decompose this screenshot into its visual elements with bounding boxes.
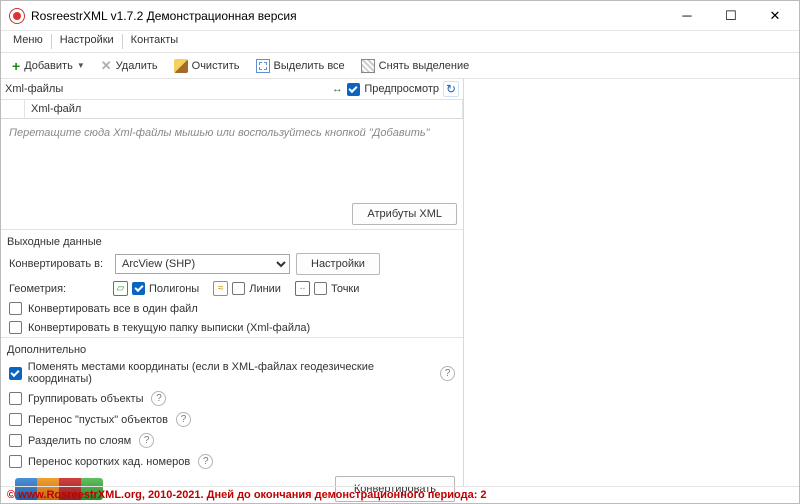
dropdown-icon: ▼ bbox=[77, 61, 85, 70]
deselect-icon bbox=[361, 59, 375, 73]
app-window: RosreestrXML v1.7.2 Демонстрационная вер… bbox=[0, 0, 800, 504]
grid-header: Xml-файл bbox=[1, 100, 463, 119]
menubar: Меню Настройки Контакты bbox=[1, 31, 799, 53]
short-label: Перенос коротких кад. номеров bbox=[28, 456, 190, 468]
help-icon[interactable]: ? bbox=[176, 412, 191, 427]
clear-label: Очистить bbox=[192, 60, 240, 72]
clear-button[interactable]: Очистить bbox=[167, 56, 247, 76]
deselect-button[interactable]: Снять выделение bbox=[354, 56, 477, 76]
grid-col-check bbox=[1, 100, 25, 118]
titlebar: RosreestrXML v1.7.2 Демонстрационная вер… bbox=[1, 1, 799, 31]
lines-checkbox[interactable] bbox=[232, 282, 245, 295]
select-all-button[interactable]: Выделить все bbox=[249, 56, 352, 76]
broom-icon bbox=[174, 59, 188, 73]
group-row: Группировать объекты ? bbox=[1, 388, 463, 409]
empty-label: Перенос "пустых" объектов bbox=[28, 414, 168, 426]
current-folder-row: Конвертировать в текущую папку выписки (… bbox=[1, 318, 463, 337]
format-select[interactable]: ArcView (SHP) bbox=[115, 254, 290, 274]
grid-col-file: Xml-файл bbox=[25, 100, 463, 118]
xml-files-header: Xml-файлы ↔ Предпросмотр ↻ bbox=[1, 79, 463, 100]
all-one-checkbox[interactable] bbox=[9, 302, 22, 315]
swap-label: Поменять местами координаты (если в XML-… bbox=[28, 361, 433, 385]
minimize-button[interactable]: ─ bbox=[665, 1, 709, 30]
xml-files-label: Xml-файлы bbox=[5, 83, 328, 95]
left-panel: Xml-файлы ↔ Предпросмотр ↻ Xml-файл Пере… bbox=[1, 79, 464, 486]
convert-to-label: Конвертировать в: bbox=[9, 258, 109, 270]
preview-label: Предпросмотр bbox=[364, 83, 439, 95]
app-icon bbox=[9, 8, 25, 24]
close-button[interactable]: ✕ bbox=[753, 1, 797, 30]
layers-checkbox[interactable] bbox=[9, 434, 22, 447]
menu-main[interactable]: Меню bbox=[5, 31, 51, 52]
menu-contacts[interactable]: Контакты bbox=[123, 31, 187, 52]
maximize-button[interactable]: ☐ bbox=[709, 1, 753, 30]
geometry-label: Геометрия: bbox=[9, 283, 109, 295]
line-icon: ≈ bbox=[213, 281, 228, 296]
delete-label: Удалить bbox=[116, 60, 158, 72]
extra-section-title: Дополнительно bbox=[1, 337, 463, 358]
output-settings-button[interactable]: Настройки bbox=[296, 253, 380, 275]
group-checkbox[interactable] bbox=[9, 392, 22, 405]
empty-checkbox[interactable] bbox=[9, 413, 22, 426]
preview-checkbox[interactable] bbox=[347, 83, 360, 96]
refresh-icon[interactable]: ↻ bbox=[443, 81, 459, 97]
help-icon[interactable]: ? bbox=[198, 454, 213, 469]
menu-settings[interactable]: Настройки bbox=[52, 31, 122, 52]
add-button[interactable]: + Добавить ▼ bbox=[5, 56, 92, 76]
status-bar: © www.RosreestrXML.org, 2010-2021. Дней … bbox=[1, 486, 799, 503]
swap-row: Поменять местами координаты (если в XML-… bbox=[1, 358, 463, 388]
current-folder-checkbox[interactable] bbox=[9, 321, 22, 334]
short-row: Перенос коротких кад. номеров ? bbox=[1, 451, 463, 472]
plus-icon: + bbox=[12, 59, 20, 73]
empty-row: Перенос "пустых" объектов ? bbox=[1, 409, 463, 430]
window-title: RosreestrXML v1.7.2 Демонстрационная вер… bbox=[31, 9, 665, 23]
all-one-label: Конвертировать все в один файл bbox=[28, 303, 198, 315]
toolbar: + Добавить ▼ ✕ Удалить Очистить Выделить… bbox=[1, 53, 799, 79]
attributes-row: Атрибуты XML bbox=[1, 199, 463, 230]
group-label: Группировать объекты bbox=[28, 393, 143, 405]
select-all-label: Выделить все bbox=[274, 60, 345, 72]
swap-icon[interactable]: ↔ bbox=[330, 82, 344, 96]
help-icon[interactable]: ? bbox=[151, 391, 166, 406]
output-section-title: Выходные данные bbox=[1, 230, 463, 250]
delete-button[interactable]: ✕ Удалить bbox=[94, 55, 165, 77]
points-checkbox[interactable] bbox=[314, 282, 327, 295]
point-icon: ∙∙ bbox=[295, 281, 310, 296]
lines-label: Линии bbox=[249, 283, 281, 295]
x-icon: ✕ bbox=[101, 58, 112, 74]
right-panel bbox=[464, 79, 799, 486]
help-icon[interactable]: ? bbox=[139, 433, 154, 448]
help-icon[interactable]: ? bbox=[440, 366, 455, 381]
drop-area[interactable]: Перетащите сюда Xml-файлы мышью или восп… bbox=[1, 119, 463, 199]
convert-to-row: Конвертировать в: ArcView (SHP) Настройк… bbox=[1, 250, 463, 278]
geometry-row: Геометрия: ▱ Полигоны ≈ Линии ∙∙ Точки bbox=[1, 278, 463, 299]
attributes-button[interactable]: Атрибуты XML bbox=[352, 203, 457, 225]
layers-row: Разделить по слоям ? bbox=[1, 430, 463, 451]
points-label: Точки bbox=[331, 283, 359, 295]
deselect-label: Снять выделение bbox=[379, 60, 470, 72]
add-label: Добавить bbox=[24, 60, 73, 72]
body: Xml-файлы ↔ Предпросмотр ↻ Xml-файл Пере… bbox=[1, 79, 799, 486]
swap-checkbox[interactable] bbox=[9, 367, 22, 380]
polygons-label: Полигоны bbox=[149, 283, 199, 295]
current-folder-label: Конвертировать в текущую папку выписки (… bbox=[28, 322, 310, 334]
layers-label: Разделить по слоям bbox=[28, 435, 131, 447]
polygons-checkbox[interactable] bbox=[132, 282, 145, 295]
all-one-row: Конвертировать все в один файл bbox=[1, 299, 463, 318]
polygon-icon: ▱ bbox=[113, 281, 128, 296]
select-all-icon bbox=[256, 59, 270, 73]
short-checkbox[interactable] bbox=[9, 455, 22, 468]
